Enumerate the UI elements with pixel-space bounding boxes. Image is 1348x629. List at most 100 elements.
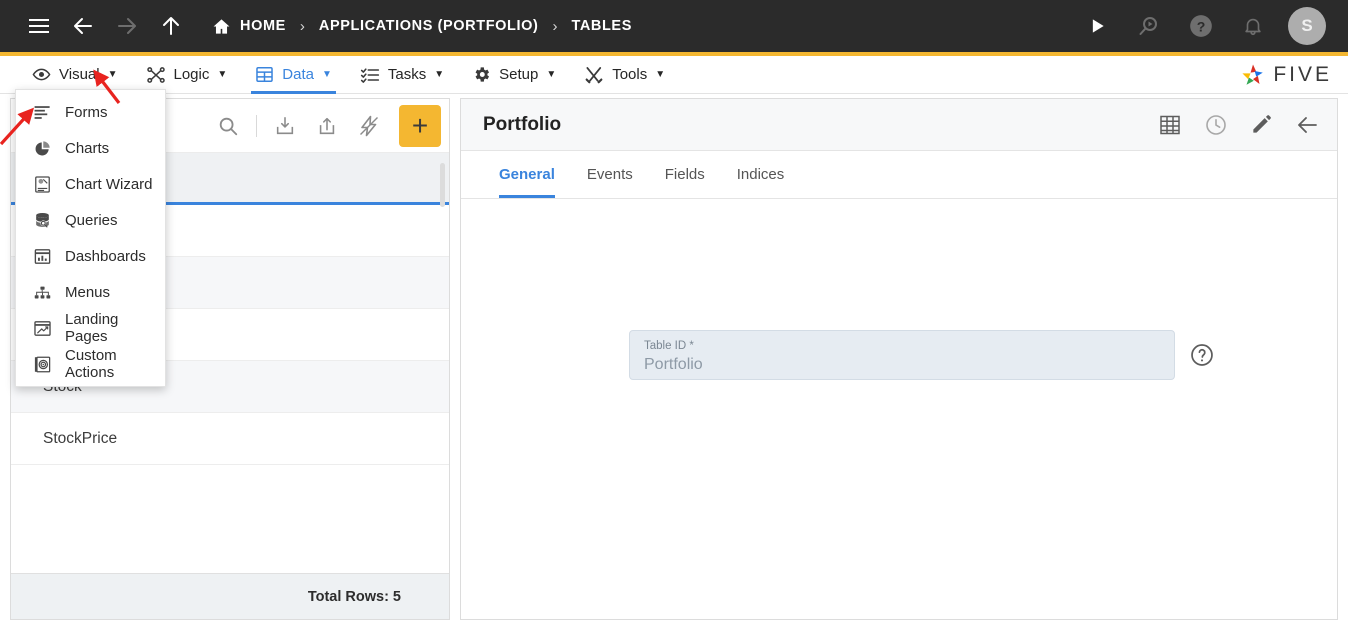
five-star-logo-icon (1240, 62, 1266, 88)
module-menu-bar: Visual ▼ Logic ▼ Data ▼ Tasks ▼ Setup ▼ … (0, 56, 1348, 94)
table-id-field[interactable]: Table ID * Portfolio (629, 330, 1175, 380)
help-circle-icon[interactable] (1189, 342, 1215, 368)
dropdown-item-custom-actions[interactable]: Custom Actions (16, 346, 165, 382)
dropdown-item-dashboards-label: Dashboards (65, 247, 146, 265)
back-arrow-icon[interactable] (1295, 113, 1319, 137)
chevron-down-icon: ▼ (655, 68, 666, 80)
detail-tabs: General Events Fields Indices (461, 151, 1337, 199)
avatar[interactable]: S (1288, 7, 1326, 45)
chevron-down-icon: ▼ (321, 68, 332, 80)
tab-general[interactable]: General (483, 151, 571, 198)
table-detail-panel: Portfolio General Events Fields Indices … (460, 98, 1338, 620)
arrow-up-icon[interactable] (154, 9, 188, 43)
add-table-button-label: + (411, 109, 429, 141)
application-window: HOME › APPLICATIONS (PORTFOLIO) › TABLES (0, 0, 1348, 629)
breadcrumb-separator-1: › (299, 17, 305, 35)
notifications-icon[interactable] (1236, 9, 1270, 43)
svg-text:?: ? (1197, 18, 1206, 34)
total-rows-label: Total Rows: 5 (11, 573, 449, 619)
tab-general-label: General (499, 166, 555, 183)
brand-text: FIVE (1273, 62, 1332, 86)
table-grid-icon (255, 65, 274, 84)
breadcrumb-tables-label: TABLES (571, 18, 632, 34)
hamburger-icon[interactable] (22, 9, 56, 43)
tab-fields-label: Fields (664, 166, 705, 183)
dropdown-item-landing-pages[interactable]: Landing Pages (16, 310, 165, 346)
dropdown-item-charts-label: Charts (65, 139, 110, 157)
edit-pencil-icon[interactable] (1250, 113, 1273, 136)
menu-item-setup-label: Setup (499, 66, 539, 83)
topbar-actions: ? S (1080, 7, 1326, 45)
database-query-icon (32, 210, 52, 230)
dropdown-item-dashboards[interactable]: Dashboards (16, 238, 165, 274)
avatar-initial: S (1301, 16, 1313, 35)
landing-page-icon (32, 318, 52, 338)
menu-item-visual[interactable]: Visual ▼ (18, 56, 132, 94)
search-icon[interactable] (208, 106, 248, 146)
chevron-down-icon: ▼ (546, 68, 557, 80)
search-debug-icon[interactable] (1132, 9, 1166, 43)
menu-item-visual-label: Visual (59, 66, 100, 83)
import-icon[interactable] (265, 106, 305, 146)
export-icon[interactable] (307, 106, 347, 146)
menu-item-tools-label: Tools (612, 66, 648, 83)
forms-icon (32, 102, 52, 122)
top-navigation-bar: HOME › APPLICATIONS (PORTFOLIO) › TABLES (0, 0, 1348, 52)
page-title: Portfolio (483, 113, 562, 135)
eye-icon (32, 65, 51, 84)
dropdown-item-landing-pages-label: Landing Pages (65, 311, 119, 345)
chevron-down-icon: ▼ (217, 68, 228, 80)
tab-events[interactable]: Events (571, 151, 649, 198)
dropdown-item-queries-label: Queries (65, 211, 118, 229)
dashboard-icon (32, 246, 52, 266)
tab-events-label: Events (586, 166, 633, 183)
arrow-left-icon[interactable] (66, 9, 100, 43)
history-clock-icon[interactable] (1204, 113, 1228, 137)
breadcrumb-separator-2: › (552, 17, 558, 35)
total-rows-text: Total Rows: 5 (307, 588, 401, 605)
breadcrumb-home[interactable]: HOME (212, 17, 286, 36)
table-id-label: Table ID * (644, 340, 694, 353)
list-scrollbar[interactable] (440, 157, 447, 573)
brand-logo: FIVE (1240, 62, 1332, 88)
chevron-down-icon: ▼ (107, 68, 118, 80)
logic-nodes-icon (146, 65, 166, 85)
table-row-stockprice[interactable]: StockPrice (11, 413, 449, 465)
menu-item-tasks[interactable]: Tasks ▼ (346, 56, 458, 94)
dropdown-item-chart-wizard[interactable]: Chart Wizard (16, 166, 165, 202)
run-icon[interactable] (1080, 9, 1114, 43)
tab-fields[interactable]: Fields (649, 151, 721, 198)
menu-item-tools[interactable]: Tools ▼ (570, 56, 679, 94)
dropdown-item-charts[interactable]: Charts (16, 130, 165, 166)
dropdown-item-forms[interactable]: Forms (16, 94, 165, 130)
table-row-label: StockPrice (43, 429, 118, 447)
tab-indices[interactable]: Indices (721, 151, 801, 198)
menu-item-data[interactable]: Data ▼ (241, 56, 346, 94)
visual-dropdown-menu: Forms Charts Chart Wizard Queries Dashbo… (15, 89, 166, 387)
add-table-button[interactable]: + (399, 104, 441, 147)
chevron-down-icon: ▼ (434, 68, 445, 80)
quick-action-icon[interactable] (349, 106, 389, 146)
dropdown-item-queries[interactable]: Queries (16, 202, 165, 238)
table-id-input[interactable]: Portfolio (644, 354, 1160, 376)
dropdown-item-chart-wizard-label: Chart Wizard (65, 175, 153, 193)
home-icon (212, 17, 231, 36)
list-scrollbar-thumb[interactable] (440, 163, 445, 207)
detail-header-actions (1158, 113, 1319, 137)
table-view-icon[interactable] (1158, 113, 1182, 137)
menu-item-setup[interactable]: Setup ▼ (458, 56, 570, 94)
dropdown-item-forms-label: Forms (65, 103, 108, 121)
breadcrumb-home-label: HOME (240, 18, 286, 34)
breadcrumb-tables[interactable]: TABLES (571, 18, 632, 34)
menu-item-logic[interactable]: Logic ▼ (132, 56, 242, 94)
tab-indices-label: Indices (736, 166, 785, 183)
help-icon[interactable]: ? (1184, 9, 1218, 43)
arrow-right-icon[interactable] (110, 9, 144, 43)
dropdown-item-menus[interactable]: Menus (16, 274, 165, 310)
menu-item-tasks-label: Tasks (387, 66, 427, 83)
breadcrumb-applications[interactable]: APPLICATIONS (PORTFOLIO) (319, 18, 539, 34)
detail-header: Portfolio (461, 99, 1337, 151)
toolbar-divider (256, 114, 257, 137)
tools-icon (584, 65, 604, 85)
detail-body: Table ID * Portfolio (461, 199, 1337, 619)
